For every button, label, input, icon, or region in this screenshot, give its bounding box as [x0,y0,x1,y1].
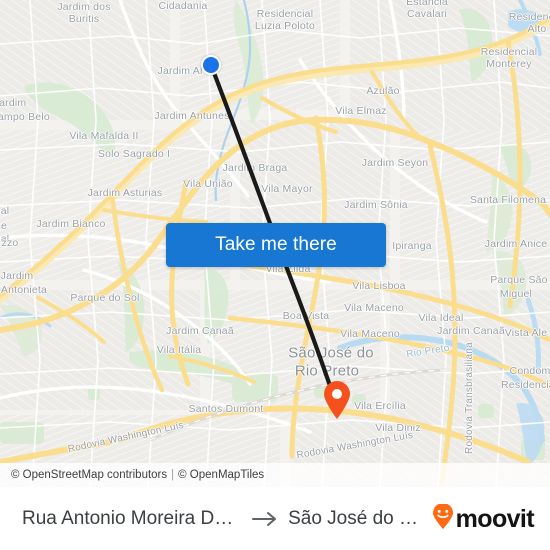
attribution-osm[interactable]: © OpenStreetMap contributors [11,469,167,481]
moovit-pin-icon [432,502,454,535]
origin-label: Rua Antonio Moreira Dos San… [22,508,242,529]
moovit-logo[interactable]: moovit [432,502,542,535]
destination-marker[interactable] [322,380,352,420]
moovit-wordmark: moovit [455,504,535,533]
map-attribution: © OpenStreetMap contributors | © OpenMap… [0,463,550,487]
route-summary-bar: Rua Antonio Moreira Dos San… São José do… [0,487,550,550]
attribution-separator: | [171,469,175,481]
destination-label: São José do Rio P… [288,508,432,529]
map-canvas[interactable]: Jardim dos Buritis Cidadania Residencial L… [0,0,550,487]
attribution-openmaptiles[interactable]: © OpenMapTiles [178,469,264,481]
take-me-there-button[interactable]: Take me there [166,223,386,267]
origin-marker[interactable] [201,55,221,75]
arrow-right-icon [252,511,278,527]
moovit-route-preview: Jardim dos Buritis Cidadania Residencial L… [0,0,550,550]
